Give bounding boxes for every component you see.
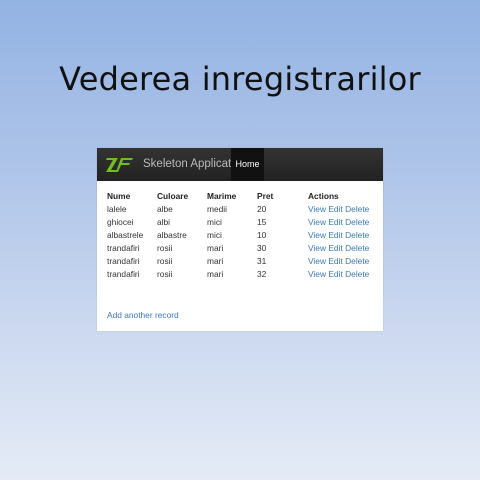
col-header-actions: Actions bbox=[308, 191, 339, 201]
cell-pret: 30 bbox=[257, 242, 267, 253]
cell-culoare: rosii bbox=[157, 242, 173, 253]
cell-pret: 15 bbox=[257, 216, 267, 227]
cell-pret: 10 bbox=[257, 229, 267, 240]
add-record-link[interactable]: Add another record bbox=[107, 310, 179, 320]
view-link[interactable]: View bbox=[308, 243, 326, 253]
col-header-pret: Pret bbox=[257, 191, 274, 201]
delete-link[interactable]: Delete bbox=[345, 230, 369, 240]
edit-link[interactable]: Edit bbox=[328, 269, 342, 279]
delete-link[interactable]: Delete bbox=[345, 204, 369, 214]
edit-link[interactable]: Edit bbox=[328, 217, 342, 227]
view-link[interactable]: View bbox=[308, 269, 326, 279]
view-link[interactable]: View bbox=[308, 217, 326, 227]
cell-marime: mari bbox=[207, 268, 224, 279]
col-header-culoare: Culoare bbox=[157, 191, 189, 201]
edit-link[interactable]: Edit bbox=[328, 204, 342, 214]
cell-actions: View Edit Delete bbox=[308, 241, 378, 254]
col-header-nume: Nume bbox=[107, 191, 131, 201]
app-window: Skeleton Application Home Nume Culoare M… bbox=[97, 148, 383, 331]
table-row: trandafiri rosii mari 31 View Edit Delet… bbox=[107, 254, 378, 267]
col-header-marime: Marime bbox=[207, 191, 237, 201]
navbar: Skeleton Application Home bbox=[97, 148, 383, 181]
table-row: albastrele albastre mici 10 View Edit De… bbox=[107, 228, 378, 241]
cell-actions: View Edit Delete bbox=[308, 202, 378, 215]
cell-nume: albastrele bbox=[107, 229, 144, 240]
delete-link[interactable]: Delete bbox=[345, 243, 369, 253]
cell-actions: View Edit Delete bbox=[308, 228, 378, 241]
records-table: Nume Culoare Marime Pret Actions lalele … bbox=[107, 190, 378, 280]
cell-nume: trandafiri bbox=[107, 255, 140, 266]
cell-nume: trandafiri bbox=[107, 268, 140, 279]
cell-actions: View Edit Delete bbox=[308, 267, 378, 280]
cell-culoare: albi bbox=[157, 216, 171, 227]
cell-actions: View Edit Delete bbox=[308, 215, 378, 228]
cell-marime: mari bbox=[207, 242, 224, 253]
delete-link[interactable]: Delete bbox=[345, 269, 369, 279]
cell-culoare: rosii bbox=[157, 255, 173, 266]
cell-actions: View Edit Delete bbox=[308, 254, 378, 267]
view-link[interactable]: View bbox=[308, 230, 326, 240]
edit-link[interactable]: Edit bbox=[328, 256, 342, 266]
cell-nume: lalele bbox=[107, 203, 127, 214]
table-header-row: Nume Culoare Marime Pret Actions bbox=[107, 190, 378, 202]
cell-pret: 20 bbox=[257, 203, 267, 214]
cell-culoare: albe bbox=[157, 203, 173, 214]
nav-home-tab[interactable]: Home bbox=[231, 148, 264, 181]
cell-nume: trandafiri bbox=[107, 242, 140, 253]
table-row: lalele albe medii 20 View Edit Delete bbox=[107, 202, 378, 215]
slide-title: Vederea inregistrarilor bbox=[59, 60, 421, 98]
cell-marime: mari bbox=[207, 255, 224, 266]
edit-link[interactable]: Edit bbox=[328, 230, 342, 240]
view-link[interactable]: View bbox=[308, 256, 326, 266]
delete-link[interactable]: Delete bbox=[345, 256, 369, 266]
zf-logo-icon[interactable] bbox=[106, 156, 134, 174]
cell-culoare: albastre bbox=[157, 229, 187, 240]
table-row: ghiocei albi mici 15 View Edit Delete bbox=[107, 215, 378, 228]
table-row: trandafiri rosii mari 32 View Edit Delet… bbox=[107, 267, 378, 280]
cell-pret: 32 bbox=[257, 268, 267, 279]
edit-link[interactable]: Edit bbox=[328, 243, 342, 253]
cell-marime: mici bbox=[207, 229, 222, 240]
view-link[interactable]: View bbox=[308, 204, 326, 214]
cell-pret: 31 bbox=[257, 255, 267, 266]
cell-nume: ghiocei bbox=[107, 216, 134, 227]
cell-culoare: rosii bbox=[157, 268, 173, 279]
delete-link[interactable]: Delete bbox=[345, 217, 369, 227]
cell-marime: medii bbox=[207, 203, 228, 214]
table-row: trandafiri rosii mari 30 View Edit Delet… bbox=[107, 241, 378, 254]
cell-marime: mici bbox=[207, 216, 222, 227]
